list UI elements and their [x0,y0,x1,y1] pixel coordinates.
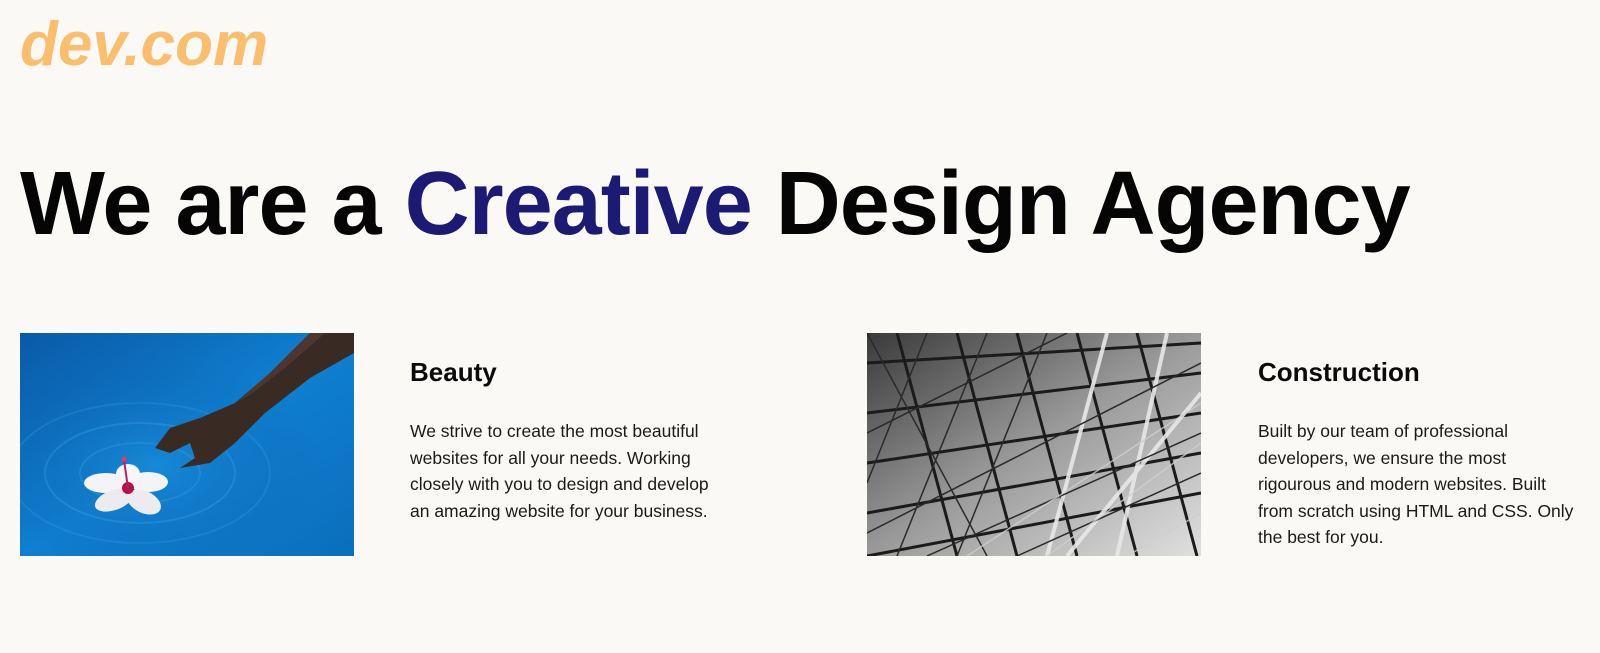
feature-text-beauty: We strive to create the most beautiful w… [410,421,709,521]
hero-heading-accent: Creative [404,154,753,254]
beauty-image [20,333,354,556]
hero-heading-prefix: We are a [20,154,405,254]
hero-heading: We are a Creative Design Agency [20,150,1411,258]
hero-heading-suffix: Design Agency [751,154,1411,254]
site-logo[interactable]: dev.com [20,8,268,82]
feature-title-construction: Construction [1258,357,1420,387]
feature-title-beauty: Beauty [410,357,497,387]
construction-image [867,333,1201,556]
feature-text-construction: Built by our team of professional develo… [1258,421,1574,548]
